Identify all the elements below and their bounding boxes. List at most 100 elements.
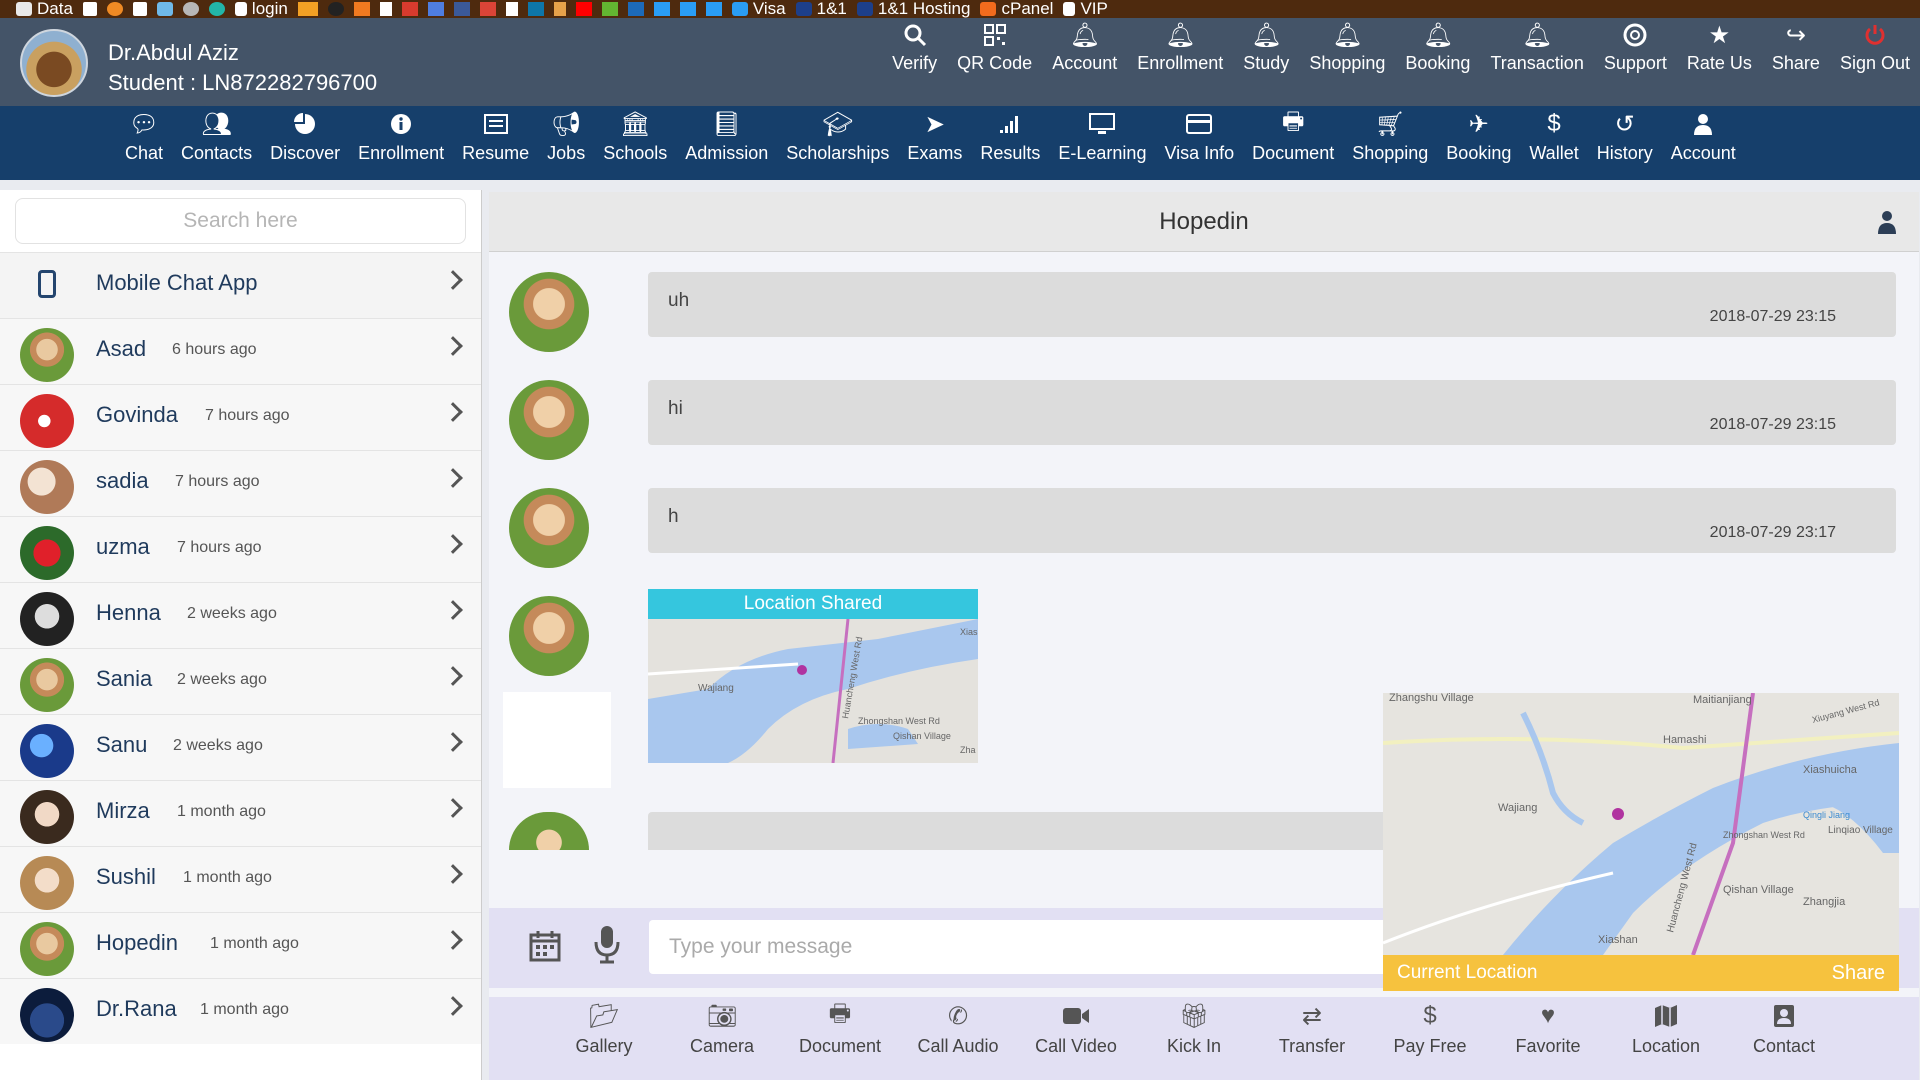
contact-row[interactable]: Asad 6 hours ago: [0, 318, 481, 384]
nav-booking-main[interactable]: ✈ Booking: [1437, 106, 1520, 180]
transfer-button[interactable]: ⇄ Transfer: [1253, 997, 1371, 1080]
gallery-button[interactable]: 📂︎ Gallery: [545, 997, 663, 1080]
nav-label: Contacts: [181, 143, 253, 163]
nav-wallet[interactable]: $ Wallet: [1520, 106, 1587, 180]
nav-support[interactable]: Support: [1594, 18, 1677, 88]
bookmark-icon[interactable]: [453, 2, 470, 16]
chevron-right-icon: [443, 270, 463, 290]
bookmark-icon[interactable]: [353, 2, 370, 16]
nav-history[interactable]: ↺ History: [1588, 106, 1662, 180]
nav-e-learning[interactable]: E-Learning: [1049, 106, 1155, 180]
bookmark-icon[interactable]: [379, 2, 392, 16]
mobile-chat-app-row[interactable]: Mobile Chat App: [0, 252, 481, 318]
nav-document[interactable]: 🖶 Document: [1243, 106, 1343, 180]
nav-booking[interactable]: 🔔︎ Booking: [1395, 18, 1480, 88]
share-location-button[interactable]: Share: [1832, 962, 1885, 985]
nav-scholarships[interactable]: 🎓︎ Scholarships: [777, 106, 898, 180]
card-icon: [1186, 106, 1213, 142]
call-video-button[interactable]: Call Video: [1017, 997, 1135, 1080]
nav-qr-code[interactable]: QR Code: [947, 18, 1042, 88]
bookmark-icon[interactable]: [479, 2, 496, 16]
shared-location-card[interactable]: Location Shared Wajiang Zhongshan West R…: [648, 589, 978, 763]
nav-sign-out[interactable]: Sign Out: [1830, 18, 1920, 88]
contact-row[interactable]: Sania 2 weeks ago: [0, 648, 481, 714]
bookmark-visa[interactable]: Visa: [731, 0, 786, 18]
bookmark-icon[interactable]: [601, 2, 618, 16]
nav-admission[interactable]: 📘︎ Admission: [676, 106, 777, 180]
nav-rate-us[interactable]: ★ Rate Us: [1677, 18, 1762, 88]
calendar-icon[interactable]: [529, 930, 561, 962]
bookmark-icon[interactable]: [401, 2, 418, 16]
microphone-icon[interactable]: [594, 924, 620, 964]
bookmark-icon[interactable]: [527, 2, 544, 16]
nav-results[interactable]: Results: [971, 106, 1049, 180]
bookmark-icon[interactable]: [653, 2, 670, 16]
lifebuoy-icon: [1623, 18, 1647, 52]
nav-account-main[interactable]: Account: [1662, 106, 1745, 180]
document-button[interactable]: 🖶 Document: [781, 997, 899, 1080]
contact-row[interactable]: Sanu 2 weeks ago: [0, 714, 481, 780]
camera-button[interactable]: 📷︎ Camera: [663, 997, 781, 1080]
bookmark-icon[interactable]: [327, 2, 344, 16]
message-input[interactable]: Type your message: [649, 920, 1409, 974]
nav-enrollment[interactable]: 🔔︎ Enrollment: [1127, 18, 1233, 88]
nav-jobs[interactable]: 📢︎ Jobs: [538, 106, 594, 180]
bookmark-icon[interactable]: [182, 2, 199, 16]
contact-row[interactable]: sadia 7 hours ago: [0, 450, 481, 516]
bookmark-icon[interactable]: [505, 2, 518, 16]
nav-transaction[interactable]: 🔔︎ Transaction: [1480, 18, 1593, 88]
contact-row[interactable]: Dr.Rana 1 month ago: [0, 978, 481, 1044]
bookmark-1and1[interactable]: 1&1: [795, 0, 847, 18]
bookmark-icon[interactable]: [106, 2, 123, 16]
nav-label: Transaction: [1490, 53, 1584, 73]
nav-shopping[interactable]: 🔔︎ Shopping: [1299, 18, 1395, 88]
user-icon[interactable]: [1877, 210, 1897, 234]
location-button[interactable]: Location: [1607, 997, 1725, 1080]
contact-row[interactable]: Sushil 1 month ago: [0, 846, 481, 912]
pay-free-button[interactable]: $ Pay Free: [1371, 997, 1489, 1080]
contact-row[interactable]: Hopedin 1 month ago: [0, 912, 481, 978]
contact-row[interactable]: uzma 7 hours ago: [0, 516, 481, 582]
bookmark-icon[interactable]: [427, 2, 444, 16]
chevron-right-icon: [443, 534, 463, 554]
search-input[interactable]: Search here: [15, 198, 466, 244]
bookmark-login[interactable]: login: [234, 0, 288, 18]
user-avatar[interactable]: [20, 29, 88, 97]
kick-in-button[interactable]: 🎁︎ Kick In: [1135, 997, 1253, 1080]
favorite-button[interactable]: ♥ Favorite: [1489, 997, 1607, 1080]
contact-row[interactable]: Henna 2 weeks ago: [0, 582, 481, 648]
contact-row[interactable]: Govinda 7 hours ago: [0, 384, 481, 450]
nav-schools[interactable]: 🏛︎ Schools: [594, 106, 676, 180]
bookmark-cpanel[interactable]: cPanel: [980, 0, 1053, 18]
call-audio-button[interactable]: ✆ Call Audio: [899, 997, 1017, 1080]
contact-button[interactable]: Contact: [1725, 997, 1843, 1080]
bookmark-icon[interactable]: [553, 2, 566, 16]
bookmark-icon[interactable]: [297, 2, 318, 16]
message-avatar: [509, 488, 589, 568]
bookmark-icon[interactable]: [627, 2, 644, 16]
nav-visa-info[interactable]: Visa Info: [1155, 106, 1243, 180]
bookmark-icon[interactable]: [132, 2, 147, 16]
bookmark-icon[interactable]: [156, 2, 173, 16]
nav-chat[interactable]: 💬︎ Chat: [116, 106, 172, 180]
nav-exams[interactable]: ➤ Exams: [898, 106, 971, 180]
nav-verify[interactable]: Verify: [882, 18, 947, 88]
nav-account[interactable]: 🔔︎ Account: [1042, 18, 1127, 88]
nav-shopping-main[interactable]: 🛒︎ Shopping: [1343, 106, 1437, 180]
nav-enrollment-main[interactable]: Enrollment: [349, 106, 453, 180]
nav-share[interactable]: ↪ Share: [1762, 18, 1830, 88]
nav-study[interactable]: 🔔︎ Study: [1233, 18, 1299, 88]
bookmark-hosting[interactable]: 1&1 Hosting: [856, 0, 970, 18]
bookmark-icon[interactable]: [82, 2, 97, 16]
contact-row[interactable]: Mirza 1 month ago: [0, 780, 481, 846]
bookmark-icon[interactable]: [679, 2, 696, 16]
nav-discover[interactable]: Discover: [261, 106, 349, 180]
bookmark-icon[interactable]: [705, 2, 722, 16]
bookmark-icon[interactable]: [208, 2, 225, 16]
bookmark-icon[interactable]: [575, 2, 592, 16]
current-location-popup[interactable]: Zhangshu Village Maitianjiang Hamashi Xi…: [1383, 693, 1899, 991]
nav-contacts[interactable]: 👥︎ Contacts: [172, 106, 261, 180]
bookmark-vip[interactable]: VIP: [1063, 0, 1108, 18]
bookmark-data[interactable]: Data: [16, 0, 73, 18]
nav-resume[interactable]: Resume: [453, 106, 538, 180]
